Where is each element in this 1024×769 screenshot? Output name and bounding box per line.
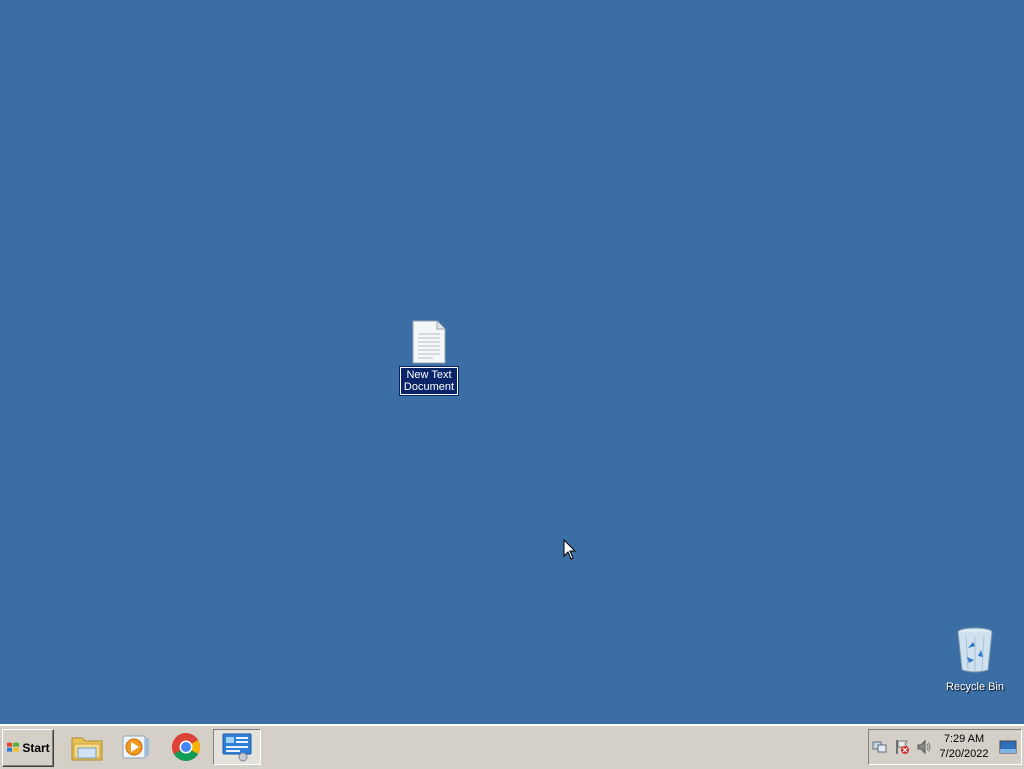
- volume-icon[interactable]: [913, 736, 935, 758]
- text-document-icon: [412, 320, 446, 364]
- quicklaunch-chrome[interactable]: [164, 729, 208, 765]
- file-explorer-icon: [71, 737, 103, 761]
- desktop-icon-new-text-document[interactable]: New Text Document: [397, 320, 461, 396]
- taskbar: Start 7:29 AM 7/20/2022: [0, 724, 1024, 769]
- desktop[interactable]: New Text Document Recycle Bin: [0, 0, 1024, 724]
- desktop-icon-label: Recycle Bin: [945, 681, 1005, 693]
- recycle-bin-icon: [957, 627, 993, 673]
- start-label: Start: [22, 741, 50, 755]
- clock-time: 7:29 AM: [943, 733, 985, 745]
- show-desktop-icon[interactable]: [997, 736, 1019, 758]
- desktop-icon-recycle-bin[interactable]: Recycle Bin: [942, 626, 1008, 695]
- clock[interactable]: 7:29 AM 7/20/2022: [935, 732, 993, 762]
- system-tray: 7:29 AM 7/20/2022: [868, 729, 1022, 765]
- media-player-icon: [122, 735, 149, 759]
- start-button[interactable]: Start: [2, 729, 54, 767]
- network-icon[interactable]: [869, 736, 891, 758]
- quicklaunch-file-explorer[interactable]: [65, 729, 109, 765]
- quicklaunch-control-panel[interactable]: [213, 729, 261, 765]
- mouse-pointer-icon: [563, 539, 577, 560]
- chrome-icon: [172, 733, 200, 761]
- action-center-icon[interactable]: [891, 736, 913, 758]
- control-panel-icon: [222, 733, 252, 762]
- windows-logo-icon: [7, 742, 20, 752]
- clock-date: 7/20/2022: [939, 748, 989, 760]
- desktop-icon-label: New Text Document: [399, 366, 459, 396]
- quicklaunch-media-player[interactable]: [114, 729, 158, 765]
